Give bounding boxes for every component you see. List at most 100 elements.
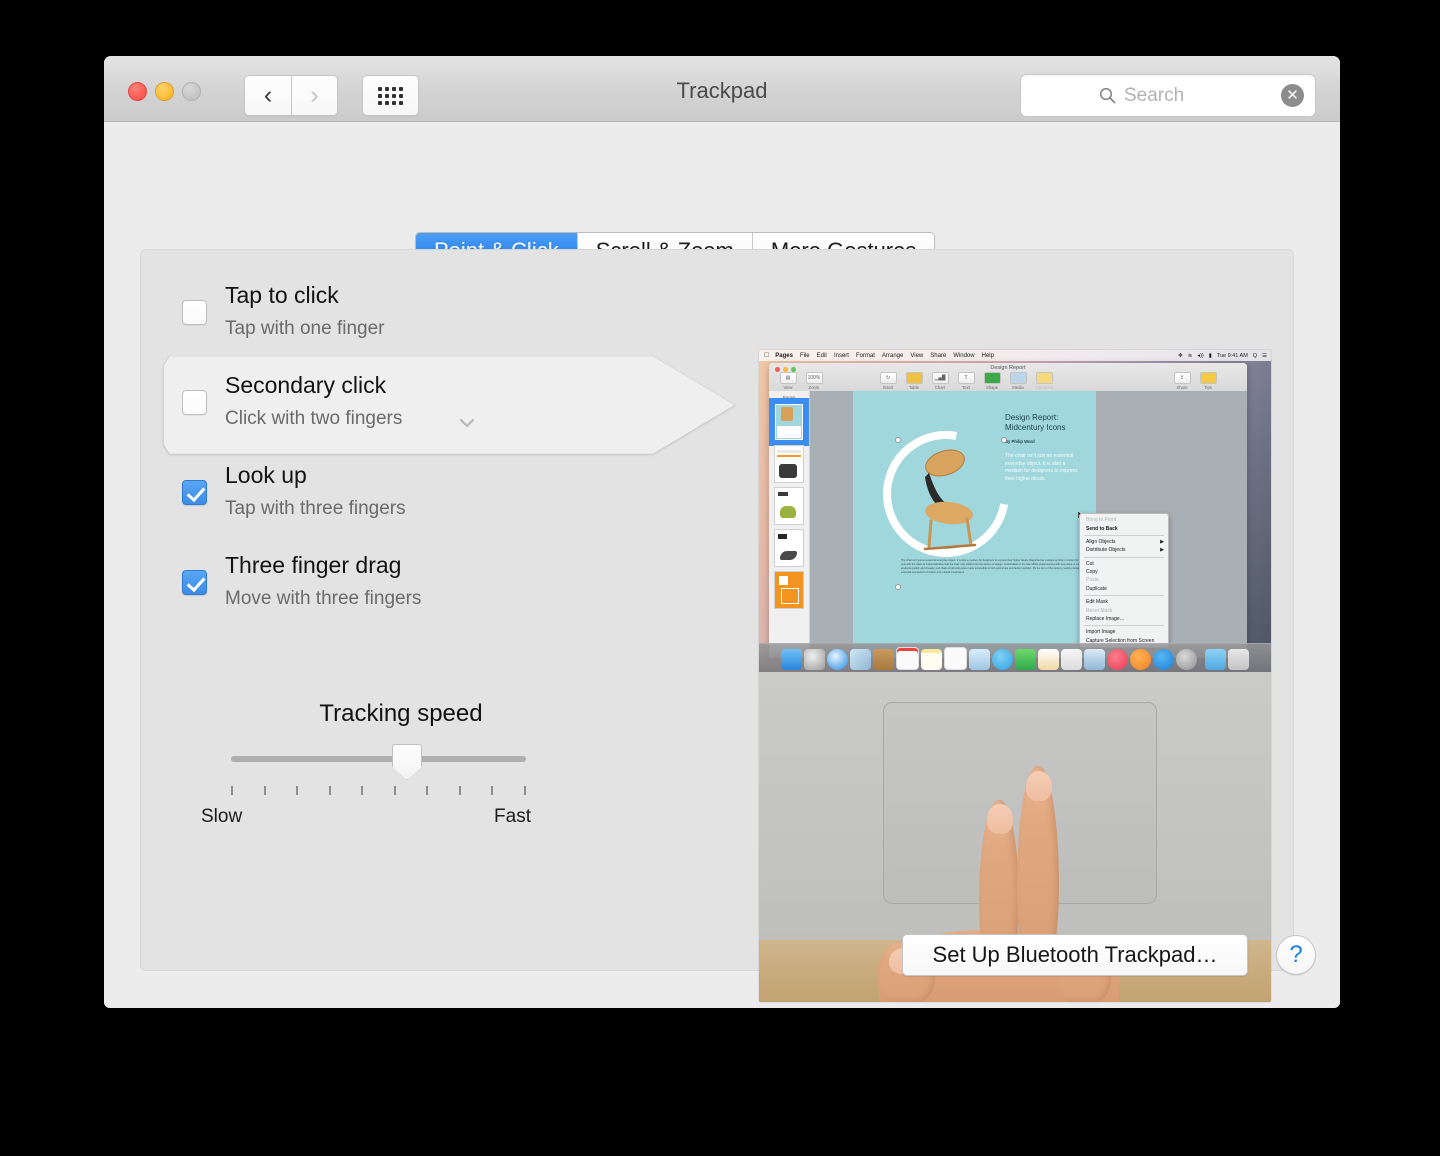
context-menu-item[interactable]: Send to Back bbox=[1080, 524, 1168, 532]
option-look-up[interactable]: Look up Tap with three fingers bbox=[163, 452, 743, 542]
apple-menu-icon:  bbox=[764, 352, 769, 359]
document-page: Design Report: Midcentury Icons By Phili… bbox=[853, 391, 1096, 658]
search-icon bbox=[1099, 87, 1116, 104]
page-thumbnail[interactable] bbox=[774, 571, 804, 609]
selection-handle[interactable] bbox=[895, 437, 901, 443]
clear-search-icon[interactable]: ✕ bbox=[1281, 84, 1304, 107]
option-subtitle: Click with two fingers bbox=[225, 408, 403, 429]
middle-fingernail bbox=[1026, 771, 1052, 801]
numbers-icon[interactable] bbox=[1061, 649, 1082, 670]
trash-icon[interactable] bbox=[1228, 649, 1249, 670]
context-menu-item[interactable]: Edit Mask bbox=[1080, 598, 1168, 606]
menu-insert: Insert bbox=[828, 352, 849, 359]
reminders-icon[interactable] bbox=[944, 647, 967, 670]
news-icon[interactable] bbox=[1038, 649, 1059, 670]
battery-icon: ▮ bbox=[1208, 352, 1212, 359]
context-menu-item: Bring to Front bbox=[1086, 517, 1117, 524]
page-thumbnail[interactable] bbox=[774, 445, 804, 483]
selection-handle[interactable] bbox=[1001, 437, 1007, 443]
menu-help: Help bbox=[976, 352, 994, 359]
comment-icon bbox=[1035, 372, 1053, 384]
mail-icon[interactable] bbox=[969, 649, 990, 670]
secondary-click-checkbox[interactable] bbox=[182, 390, 207, 415]
photos-icon[interactable] bbox=[850, 649, 871, 670]
pages-tool-share: ↥ Share bbox=[1169, 372, 1195, 390]
safari-icon[interactable] bbox=[827, 649, 848, 670]
slider-max-label: Fast bbox=[494, 806, 531, 827]
pages-tool-tips: Tips bbox=[1195, 372, 1221, 390]
tracking-speed-track[interactable] bbox=[231, 756, 526, 762]
help-button[interactable]: ? bbox=[1276, 935, 1316, 975]
contacts-icon[interactable] bbox=[873, 649, 894, 670]
itunes-icon[interactable] bbox=[1107, 649, 1128, 670]
pages-tool-shape: Shape bbox=[979, 372, 1005, 390]
option-title: Secondary click bbox=[225, 372, 387, 398]
chevron-down-icon[interactable] bbox=[459, 418, 475, 428]
menu-edit: Edit bbox=[811, 352, 827, 359]
context-menu-item[interactable]: Copy bbox=[1080, 568, 1168, 576]
calendar-icon[interactable] bbox=[896, 647, 919, 670]
view-icon: ▤ bbox=[779, 372, 797, 384]
context-menu-item[interactable]: Cut bbox=[1080, 560, 1168, 568]
look-up-checkbox[interactable] bbox=[182, 480, 207, 505]
menu-share: Share bbox=[925, 352, 946, 359]
document-byline: By Philip Word bbox=[1005, 439, 1035, 444]
context-menu-item[interactable]: Replace Image… bbox=[1080, 615, 1168, 623]
tips-icon bbox=[1199, 372, 1217, 384]
app-store-icon[interactable] bbox=[1153, 649, 1174, 670]
search-field[interactable]: Search ✕ bbox=[1020, 74, 1316, 117]
context-menu-item[interactable]: Align Objects ▶ bbox=[1080, 538, 1168, 546]
sidebar-title: Pages bbox=[782, 395, 796, 400]
messages-icon[interactable] bbox=[992, 649, 1013, 670]
downloads-folder-icon[interactable] bbox=[1205, 649, 1226, 670]
context-menu-item[interactable]: Distribute Objects ▶ bbox=[1080, 546, 1168, 554]
option-secondary-click[interactable]: Secondary click Click with two fingers bbox=[163, 362, 743, 452]
pages-tool-media: Media bbox=[1005, 372, 1031, 390]
page-thumbnail[interactable] bbox=[774, 487, 804, 525]
footer-actions: Set Up Bluetooth Trackpad… ? bbox=[104, 934, 1340, 980]
context-menu-item: Reset Mask bbox=[1086, 607, 1113, 614]
media-icon bbox=[1009, 372, 1027, 384]
facetime-icon[interactable] bbox=[1015, 649, 1036, 670]
context-menu[interactable]: Bring to Front Send to Back Align Object… bbox=[1079, 513, 1169, 648]
page-thumbnail[interactable] bbox=[769, 398, 809, 446]
option-title: Three finger drag bbox=[225, 552, 402, 578]
option-subtitle: Move with three fingers bbox=[225, 588, 422, 609]
launchpad-icon[interactable] bbox=[804, 649, 825, 670]
tap-to-click-checkbox[interactable] bbox=[182, 300, 207, 325]
spotlight-icon: Q bbox=[1252, 352, 1258, 359]
table-icon bbox=[905, 372, 923, 384]
selection-handle[interactable] bbox=[895, 584, 901, 590]
gesture-preview-video[interactable]:  Pages File Edit Insert Format Arrange … bbox=[759, 350, 1271, 1002]
share-icon: ↥ bbox=[1173, 372, 1191, 384]
macos-menu-bar:  Pages File Edit Insert Format Arrange … bbox=[759, 350, 1271, 361]
pages-document-canvas: Design Report: Midcentury Icons By Phili… bbox=[810, 391, 1247, 658]
bluetooth-icon: ✻ bbox=[1178, 352, 1183, 359]
context-menu-item[interactable]: Import Image bbox=[1080, 628, 1168, 636]
notification-center-icon: ☰ bbox=[1262, 352, 1267, 359]
shape-icon bbox=[983, 372, 1001, 384]
option-three-finger-drag[interactable]: Three finger drag Move with three finger… bbox=[163, 542, 743, 632]
finder-icon[interactable] bbox=[781, 649, 802, 670]
tracking-speed-ticks bbox=[231, 786, 526, 795]
context-menu-item[interactable]: Duplicate bbox=[1080, 585, 1168, 593]
keynote-icon[interactable] bbox=[1084, 649, 1105, 670]
chart-icon: ▁▄█ bbox=[931, 372, 949, 384]
settings-panel: Tap to click Tap with one finger Seconda… bbox=[140, 249, 1294, 1002]
ibooks-icon[interactable] bbox=[1130, 649, 1151, 670]
pages-thumbnail-sidebar: Pages bbox=[769, 391, 810, 658]
option-title: Tap to click bbox=[225, 282, 339, 308]
set-up-bluetooth-trackpad-button[interactable]: Set Up Bluetooth Trackpad… bbox=[902, 934, 1248, 976]
pages-tool-table: Table bbox=[901, 372, 927, 390]
three-finger-drag-checkbox[interactable] bbox=[182, 570, 207, 595]
tracking-speed-thumb[interactable] bbox=[392, 744, 422, 780]
preview-desktop-screenshot:  Pages File Edit Insert Format Arrange … bbox=[759, 350, 1271, 672]
document-body-text: The chair isn't just an essential everyd… bbox=[901, 559, 1091, 575]
system-preferences-icon[interactable] bbox=[1176, 649, 1197, 670]
option-tap-to-click[interactable]: Tap to click Tap with one finger bbox=[163, 272, 743, 362]
pages-app-window: Design Report ▤ View 100% Zoom ↻ Insert … bbox=[769, 363, 1247, 658]
option-subtitle: Tap with one finger bbox=[225, 318, 385, 339]
page-thumbnail[interactable] bbox=[774, 529, 804, 567]
pages-document-title: Design Report bbox=[990, 365, 1026, 371]
notes-icon[interactable] bbox=[921, 649, 942, 670]
